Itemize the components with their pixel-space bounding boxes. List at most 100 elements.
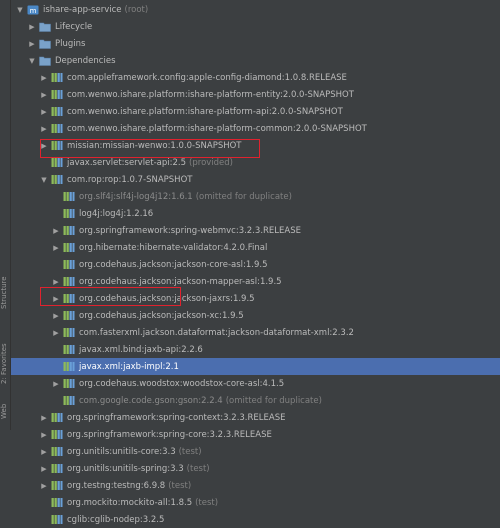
library-icon <box>51 106 63 117</box>
library-icon <box>63 344 75 355</box>
tree-row-label: missian:missian-wenwo:1.0.0-SNAPSHOT <box>67 140 242 151</box>
collapse-arrow-icon[interactable]: ▶ <box>27 22 37 32</box>
tree-row-label: javax.xml:jaxb-impl:2.1 <box>79 361 179 372</box>
tree-row[interactable]: ▶ org.springframework:spring-context:3.2.… <box>11 409 500 426</box>
collapse-arrow-icon[interactable]: ▶ <box>39 481 49 491</box>
folder-icon <box>39 21 51 32</box>
tree-row[interactable]: ▶ Plugins <box>11 35 500 52</box>
tree-row[interactable]: ▶ org.codehaus.jackson:jackson-xc:1.9.5 <box>11 307 500 324</box>
maven-project-icon: m <box>27 4 39 16</box>
tree-row[interactable]: ▶ com.wenwo.ishare.platform:ishare-platfo… <box>11 120 500 137</box>
library-icon <box>51 157 63 168</box>
tree-row-label: log4j:log4j:1.2.16 <box>79 208 154 219</box>
library-icon <box>51 89 63 100</box>
svg-text:m: m <box>30 7 37 15</box>
tree-row[interactable]: javax.servlet:servlet-api:2.5 (provided) <box>11 154 500 171</box>
collapse-arrow-icon[interactable]: ▶ <box>39 141 49 151</box>
library-icon <box>51 72 63 83</box>
favorites-tool-tab[interactable]: 2: Favorites <box>0 336 10 392</box>
tree-row[interactable]: ▶ org.hibernate:hibernate-validator:4.2.0… <box>11 239 500 256</box>
library-icon <box>51 429 63 440</box>
tree-row-label: org.codehaus.jackson:jackson-core-asl:1.… <box>79 259 268 270</box>
collapse-arrow-icon[interactable]: ▶ <box>39 124 49 134</box>
maven-dependency-tree: ▼ m ishare-app-service (root) ▶ Lifecycle ▶ Plu… <box>11 0 500 525</box>
collapse-arrow-icon[interactable]: ▶ <box>39 107 49 117</box>
folder-icon <box>39 55 51 66</box>
tree-row-scope: (test) <box>186 463 210 474</box>
tree-row[interactable]: ▶ com.fasterxml.jackson.dataformat:jackso… <box>11 324 500 341</box>
collapse-arrow-icon[interactable]: ▶ <box>51 379 61 389</box>
tree-row[interactable]: ▶ org.unitils:unitils-spring:3.3 (test) <box>11 460 500 477</box>
library-icon <box>51 514 63 525</box>
library-icon <box>51 412 63 423</box>
tree-row-label: org.unitils:unitils-spring:3.3 <box>67 463 184 474</box>
library-icon <box>51 140 63 151</box>
tree-row-label: com.fasterxml.jackson.dataformat:jackson… <box>79 327 354 338</box>
collapse-arrow-icon[interactable]: ▶ <box>51 277 61 287</box>
tree-row[interactable]: ▶ missian:missian-wenwo:1.0.0-SNAPSHOT <box>11 137 500 154</box>
tree-row-label: org.codehaus.jackson:jackson-mapper-asl:… <box>79 276 282 287</box>
tree-row[interactable]: ▼ Dependencies <box>11 52 500 69</box>
collapse-arrow-icon[interactable]: ▶ <box>51 243 61 253</box>
tree-row[interactable]: ▶ org.codehaus.woodstox:woodstox-core-asl… <box>11 375 500 392</box>
collapse-arrow-icon[interactable]: ▶ <box>39 464 49 474</box>
tree-row-label: org.codehaus.jackson:jackson-xc:1.9.5 <box>79 310 244 321</box>
tree-row-label: com.google.code.gson:gson:2.2.4 <box>79 395 223 406</box>
collapse-arrow-icon[interactable]: ▶ <box>39 73 49 83</box>
tree-row[interactable]: org.mockito:mockito-all:1.8.5 (test) <box>11 494 500 511</box>
tree-row-label: com.appleframework.config:apple-config-d… <box>67 72 347 83</box>
collapse-arrow-icon[interactable]: ▶ <box>39 90 49 100</box>
tree-row[interactable]: ▶ org.springframework:spring-webmvc:3.2.3… <box>11 222 500 239</box>
tree-row[interactable]: ▶ com.appleframework.config:apple-config-… <box>11 69 500 86</box>
library-icon <box>51 123 63 134</box>
library-icon <box>63 293 75 304</box>
collapse-arrow-icon[interactable]: ▶ <box>51 311 61 321</box>
tree-row[interactable]: cglib:cglib-nodep:3.2.5 <box>11 511 500 528</box>
collapse-arrow-icon[interactable]: ▶ <box>51 328 61 338</box>
tree-row[interactable]: javax.xml.bind:jaxb-api:2.2.6 <box>11 341 500 358</box>
tree-row-label: org.codehaus.woodstox:woodstox-core-asl:… <box>79 378 285 389</box>
tree-row[interactable]: ▶ org.unitils:unitils-core:3.3 (test) <box>11 443 500 460</box>
library-icon <box>63 395 75 406</box>
tree-row-label: javax.servlet:servlet-api:2.5 <box>67 157 187 168</box>
collapse-arrow-icon[interactable]: ▶ <box>39 413 49 423</box>
tree-row[interactable]: ▶ org.testng:testng:6.9.8 (test) <box>11 477 500 494</box>
tree-row[interactable]: ▶ Lifecycle <box>11 18 500 35</box>
tree-row-label: Lifecycle <box>55 21 93 32</box>
collapse-arrow-icon[interactable]: ▶ <box>51 226 61 236</box>
tree-row[interactable]: ▶ com.wenwo.ishare.platform:ishare-platfo… <box>11 103 500 120</box>
tree-row-label: Plugins <box>55 38 86 49</box>
tree-row-scope: (omitted for duplicate) <box>195 191 292 202</box>
tree-row[interactable]: com.google.code.gson:gson:2.2.4 (omitted … <box>11 392 500 409</box>
tree-row[interactable]: log4j:log4j:1.2.16 <box>11 205 500 222</box>
tree-row[interactable]: javax.xml:jaxb-impl:2.1 <box>11 358 500 375</box>
expand-arrow-icon[interactable]: ▼ <box>15 5 25 15</box>
tree-row[interactable]: org.slf4j:slf4j-log4j12:1.6.1 (omitted fo… <box>11 188 500 205</box>
tree-row[interactable]: ▶ com.wenwo.ishare.platform:ishare-platfo… <box>11 86 500 103</box>
tree-row-label: javax.xml.bind:jaxb-api:2.2.6 <box>79 344 203 355</box>
side-tool-gutter: Structure 2: Favorites Web <box>0 0 11 430</box>
web-tool-tab[interactable]: Web <box>0 396 10 426</box>
tree-row-label: com.wenwo.ishare.platform:ishare-platfor… <box>67 106 343 117</box>
expand-arrow-icon[interactable]: ▼ <box>39 175 49 185</box>
library-icon <box>63 276 75 287</box>
tree-row-label: org.slf4j:slf4j-log4j12:1.6.1 <box>79 191 193 202</box>
collapse-arrow-icon[interactable]: ▶ <box>27 39 37 49</box>
tree-row[interactable]: ▼ com.rop:rop:1.0.7-SNAPSHOT <box>11 171 500 188</box>
tree-row[interactable]: ▶ org.codehaus.jackson:jackson-jaxrs:1.9.… <box>11 290 500 307</box>
tree-row[interactable]: ▼ m ishare-app-service (root) <box>11 1 500 18</box>
collapse-arrow-icon[interactable]: ▶ <box>39 447 49 457</box>
collapse-arrow-icon[interactable]: ▶ <box>39 430 49 440</box>
structure-tool-tab[interactable]: Structure <box>0 258 10 328</box>
tree-row[interactable]: ▶ org.codehaus.jackson:jackson-mapper-asl… <box>11 273 500 290</box>
expand-arrow-icon[interactable]: ▼ <box>27 56 37 66</box>
collapse-arrow-icon[interactable]: ▶ <box>51 294 61 304</box>
tree-row-label: org.springframework:spring-context:3.2.3… <box>67 412 286 423</box>
tree-row[interactable]: org.codehaus.jackson:jackson-core-asl:1.… <box>11 256 500 273</box>
library-icon <box>51 497 63 508</box>
tree-row-scope: (omitted for duplicate) <box>225 395 322 406</box>
tree-row-label: org.springframework:spring-core:3.2.3.RE… <box>67 429 272 440</box>
tree-row-label: ishare-app-service <box>43 4 122 15</box>
tree-row[interactable]: ▶ org.springframework:spring-core:3.2.3.R… <box>11 426 500 443</box>
tree-row-label: com.wenwo.ishare.platform:ishare-platfor… <box>67 89 354 100</box>
